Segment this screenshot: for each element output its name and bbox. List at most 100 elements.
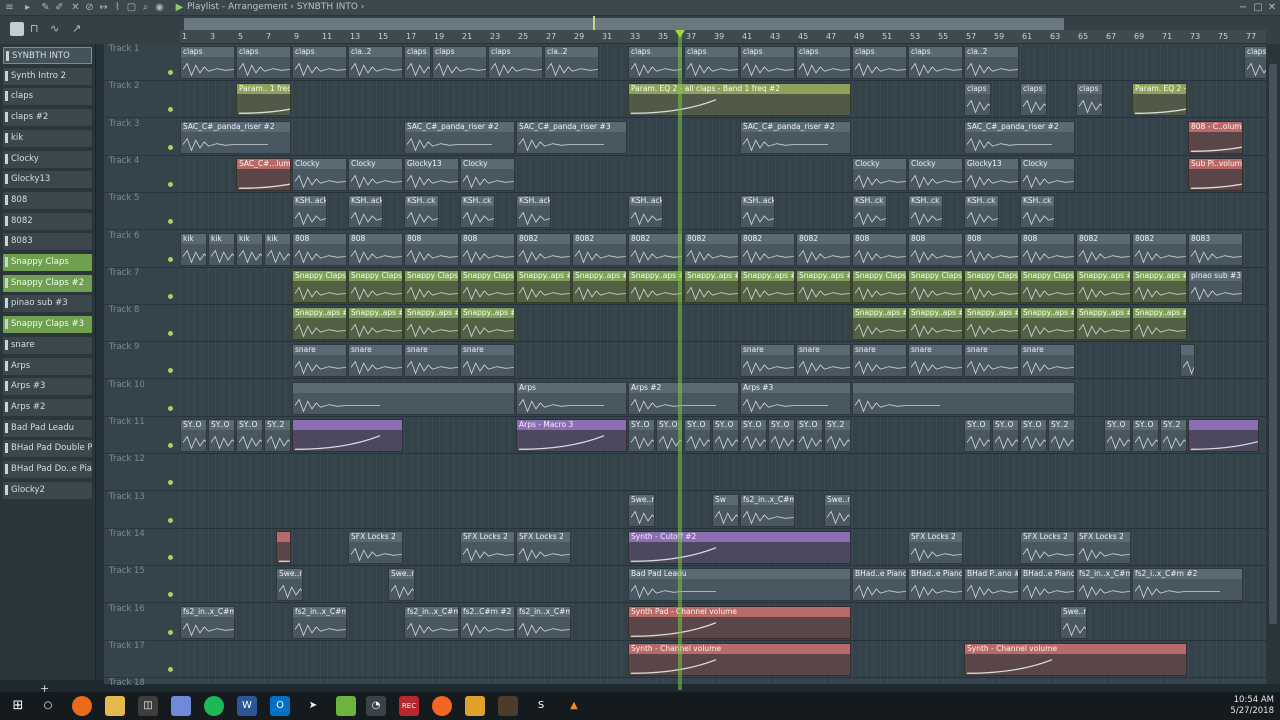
pattern-clip[interactable]: claps [1020,83,1047,117]
pattern-item[interactable]: Glocky13 [3,171,92,189]
pattern-clip[interactable]: Synth - Channel volume [964,642,1187,676]
pattern-clip[interactable]: Clocky [292,157,347,191]
track-enable-led[interactable] [168,293,173,299]
playlist-grid[interactable]: claps claps claps cla..2 claps claps claps cla.… [180,44,1266,684]
pattern-clip[interactable]: 808 - C..olume [1188,120,1243,154]
pattern-clip[interactable]: snare [908,344,963,378]
spotify-icon[interactable] [204,696,224,716]
pattern-clip[interactable]: claps [1076,83,1103,117]
pattern-clip[interactable]: claps [488,46,543,79]
pattern-clip[interactable]: claps [236,46,291,79]
track-enable-led[interactable] [168,443,173,448]
pattern-item[interactable]: Arps #2 [3,398,92,416]
timeline-ruler[interactable]: 1 3 5 7 9 11 13 15 17 19 21 23 25 27 29 31 33 35 37 39 41 43 4… [180,30,1266,44]
pattern-clip[interactable]: SFX Locks 2 [348,530,403,564]
pattern-clip[interactable]: SY..O [1104,419,1131,452]
delete-icon[interactable]: ✕ [70,2,81,13]
track-enable-led[interactable] [168,368,173,374]
pattern-clip[interactable]: Snappy..aps #2 [516,269,571,303]
pattern-clip[interactable]: Arps #3 [740,381,851,415]
pattern-clip[interactable]: Snappy Claps [348,269,403,303]
pattern-clip[interactable]: Sw [712,493,739,527]
firefox-icon[interactable] [72,696,92,716]
track-enable-led[interactable] [168,70,173,75]
track-enable-led[interactable] [168,405,173,411]
notepad-icon[interactable] [336,696,356,716]
pattern-item[interactable]: 808 [3,191,92,209]
playback-icon[interactable]: ◉ [154,2,165,13]
scroll-thumb[interactable] [1269,64,1277,624]
track-enable-led[interactable] [168,517,173,523]
pattern-clip[interactable]: 808 [404,232,459,266]
pattern-item[interactable]: kik [3,129,92,147]
pattern-clip[interactable]: Param. EQ 2 - all claps - Band 1 freq #2 [628,83,851,117]
pattern-clip[interactable]: fs2_i..x_C#m #2 [1132,568,1243,602]
pattern-clip[interactable]: kik [180,232,207,266]
pattern-clip[interactable]: BHad..e Piano [852,568,907,602]
pattern-clip[interactable]: Synth Pad - Channel volume [628,605,851,639]
pattern-clip[interactable]: Snappy Claps [908,269,963,303]
pattern-clip[interactable]: KSH..ck [1020,195,1055,229]
track-header[interactable]: Track 1 [104,44,180,81]
track-header[interactable]: Track 4 [104,156,180,193]
pattern-clip[interactable]: Snappy..aps #3 [460,307,515,341]
pattern-clip[interactable]: Snappy..aps #2 [796,269,851,303]
pattern-clip[interactable]: Swe..re [1060,605,1087,639]
origin-icon[interactable] [432,696,452,716]
vlc-icon[interactable]: ▲ [564,696,584,716]
search-icon[interactable]: ○ [38,696,58,716]
track-enable-led[interactable] [168,256,173,262]
pattern-clip[interactable]: Clocky [908,157,963,191]
close-button[interactable]: ✕ [1265,1,1279,15]
pattern-clip[interactable]: Snappy..aps #2 [740,269,795,303]
track-header[interactable]: Track 5 [104,193,180,231]
pattern-clip[interactable]: Swe..re [388,568,415,602]
track-enable-led[interactable] [168,331,173,337]
pattern-clip[interactable]: KSH..ck [404,195,439,229]
pattern-clip[interactable]: Clocky [348,157,403,191]
pattern-clip[interactable]: kik [236,232,263,266]
pattern-clip[interactable]: Clocky [852,157,907,191]
pattern-clip[interactable]: Clocky [1020,157,1075,191]
zoom-icon[interactable]: ⌕ [140,2,151,13]
pattern-clip[interactable]: KSH..ck [908,195,943,229]
pattern-clip[interactable]: fs2_in..x_C#m [180,605,235,639]
song-position-marker[interactable] [593,16,595,30]
pattern-clip[interactable]: Swe..re [628,493,655,527]
pattern-clip[interactable]: snare [404,344,459,378]
pattern-clip[interactable]: cla..2 [348,46,403,79]
pattern-clip[interactable]: SY..O [712,419,739,452]
pattern-clip[interactable]: kik [264,232,291,266]
pattern-clip[interactable]: Clocky [460,157,515,191]
steam-icon[interactable]: S [531,696,551,716]
track-enable-led[interactable] [168,629,173,635]
pattern-clip[interactable]: 808 [1020,232,1075,266]
pattern-clip[interactable]: fs2_in..x_C#m [404,605,459,639]
link-icon[interactable]: ↗ [72,22,86,36]
pattern-item[interactable]: Arps #3 [3,378,92,396]
pattern-clip[interactable]: KSH..ack [348,195,383,229]
track-enable-led[interactable] [168,480,173,486]
pattern-clip[interactable]: KSH..ck [852,195,887,229]
pattern-clip[interactable]: SY..O [684,419,711,452]
pattern-clip[interactable]: Snappy..aps #3 [404,307,459,341]
pattern-clip[interactable]: Arps - Macro 3 [516,419,627,452]
pattern-clip[interactable]: fs2_in..x_C#m [740,493,795,527]
track-lane[interactable] [180,119,1266,156]
pattern-clip[interactable]: SFX Locks 2 [516,530,571,564]
pattern-clip[interactable]: SAC_C#_panda_riser #2 [404,120,515,154]
select-icon[interactable]: ▢ [126,2,137,13]
pattern-clip[interactable]: 8082 [1076,232,1131,266]
pattern-clip[interactable]: SY..O [992,419,1019,452]
pattern-item[interactable]: claps #2 [3,109,92,127]
mute-icon[interactable]: ⊘ [84,2,95,13]
pattern-clip[interactable]: KSH..ack [292,195,327,229]
start-button[interactable]: ⊞ [8,696,28,716]
pattern-clip[interactable]: Snappy..aps #2 [1076,269,1131,303]
pattern-clip[interactable]: Snappy Claps [292,269,347,303]
paint-icon[interactable]: ✐ [54,2,65,13]
pattern-clip[interactable]: Snappy..aps #3 [1132,307,1187,341]
track-header[interactable]: Track 12 [104,454,180,492]
pattern-clip[interactable]: 8082 [796,232,851,266]
pattern-clip[interactable]: BHad..e Piano [908,568,963,602]
